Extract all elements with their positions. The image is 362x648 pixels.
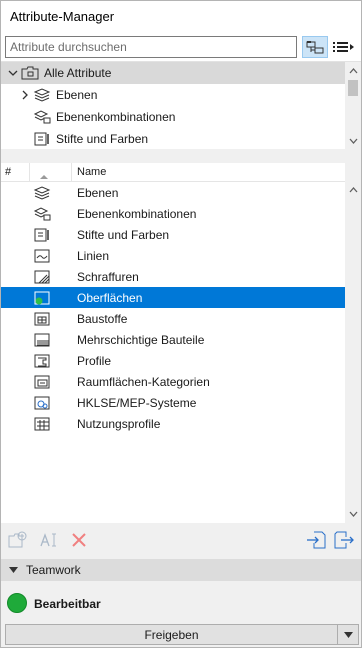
tree-root-all-attributes[interactable]: Alle Attribute <box>1 62 345 84</box>
list-row-zone-categories[interactable]: Raumflächen-Kategorien <box>1 371 345 392</box>
scroll-up-icon[interactable] <box>345 64 361 78</box>
building-materials-icon <box>32 310 52 328</box>
tree-item-label: Ebenenkombinationen <box>56 110 176 124</box>
list-row-surfaces[interactable]: Oberflächen <box>1 287 345 308</box>
list-row-label: Ebenenkombinationen <box>77 207 197 221</box>
scroll-down-icon[interactable] <box>345 134 361 148</box>
tree-item-layer-combinations[interactable]: Ebenenkombinationen <box>1 106 345 128</box>
window-title: Attribute-Manager <box>10 9 115 24</box>
surfaces-icon <box>32 289 52 307</box>
scroll-up-icon[interactable] <box>345 183 361 197</box>
attribute-tree[interactable]: Alle Attribute Ebenen Ebenenkombinatione… <box>1 61 361 150</box>
list-row-label: Oberflächen <box>77 291 143 305</box>
list-row-composites[interactable]: Mehrschichtige Bauteile <box>1 329 345 350</box>
search-row <box>1 33 361 61</box>
new-attribute-icon <box>8 531 27 548</box>
chevron-down-icon <box>343 631 353 638</box>
export-button[interactable] <box>333 530 355 550</box>
fills-icon <box>32 268 52 286</box>
list-row-lines[interactable]: Linien <box>1 245 345 266</box>
list-scrollbar[interactable] <box>345 163 361 523</box>
rename-icon <box>40 533 56 547</box>
list-row-label: Ebenen <box>77 186 119 200</box>
import-button[interactable] <box>305 530 327 550</box>
operation-profiles-icon <box>32 415 52 433</box>
chevron-down-icon[interactable] <box>6 66 20 80</box>
import-icon <box>307 531 326 549</box>
attribute-list[interactable]: # Name Ebenen Ebenenkombinationen Stifte… <box>1 163 361 523</box>
collapse-arrow-icon[interactable] <box>9 566 18 575</box>
title-bar[interactable]: Attribute-Manager <box>1 1 361 33</box>
search-input[interactable] <box>5 36 297 58</box>
layer-combinations-icon <box>32 108 52 126</box>
layers-icon <box>32 184 52 202</box>
list-row-mep-systems[interactable]: HKLSE/MEP-Systeme <box>1 392 345 413</box>
delete-button[interactable] <box>68 530 90 550</box>
list-row-layer-combinations[interactable]: Ebenenkombinationen <box>1 203 345 224</box>
column-name-header[interactable]: Name <box>77 166 106 178</box>
list-row-label: Raumflächen-Kategorien <box>77 375 210 389</box>
delete-x-icon <box>72 533 86 547</box>
list-row-label: HKLSE/MEP-Systeme <box>77 396 197 410</box>
teamwork-section-header[interactable]: Teamwork <box>1 559 361 581</box>
column-number-header[interactable]: # <box>5 166 11 178</box>
list-row-label: Linien <box>77 249 110 263</box>
rename-button[interactable] <box>38 530 60 550</box>
teamwork-label: Teamwork <box>26 563 81 577</box>
profiles-icon <box>32 352 52 370</box>
list-row-pens-colors[interactable]: Stifte und Farben <box>1 224 345 245</box>
teamwork-status: Bearbeitbar <box>1 581 361 621</box>
zone-categories-icon <box>32 373 52 391</box>
list-row-layers[interactable]: Ebenen <box>1 182 345 203</box>
tree-item-label: Ebenen <box>56 88 98 102</box>
list-row-label: Baustoffe <box>77 312 128 326</box>
tree-scroll-thumb[interactable] <box>348 80 358 96</box>
tree-scrollbar[interactable] <box>345 62 361 150</box>
list-row-label: Stifte und Farben <box>77 228 170 242</box>
status-label: Bearbeitbar <box>34 597 101 611</box>
layers-icon <box>32 86 52 104</box>
mep-systems-icon <box>32 394 52 412</box>
release-button[interactable]: Freigeben <box>5 624 338 645</box>
pens-colors-icon <box>32 130 52 148</box>
attribute-manager-window: Attribute-Manager Attribute durchsuchen … <box>0 0 362 648</box>
list-row-profiles[interactable]: Profile <box>1 350 345 371</box>
status-indicator-icon <box>7 593 27 613</box>
lines-icon <box>32 247 52 265</box>
pens-colors-icon <box>32 226 52 244</box>
list-header: # Name <box>1 163 345 182</box>
layer-combinations-icon <box>32 205 52 223</box>
list-row-building-materials[interactable]: Baustoffe <box>1 308 345 329</box>
chevron-right-icon[interactable] <box>18 88 32 102</box>
export-icon <box>334 531 354 549</box>
list-row-label: Profile <box>77 354 112 368</box>
list-row-operation-profiles[interactable]: Nutzungsprofile <box>1 413 345 434</box>
tree-root-label: Alle Attribute <box>44 66 112 80</box>
composites-icon <box>32 331 52 349</box>
list-view-button[interactable] <box>331 36 357 58</box>
tree-item-pens-colors[interactable]: Stifte und Farben <box>1 128 345 150</box>
list-row-fills[interactable]: Schraffuren <box>1 266 345 287</box>
scroll-down-icon[interactable] <box>345 507 361 521</box>
list-row-label: Schraffuren <box>77 270 139 284</box>
release-button-label: Freigeben <box>144 627 199 642</box>
folder-tree-icon <box>306 41 324 54</box>
release-dropdown-button[interactable] <box>337 624 359 645</box>
list-row-label: Nutzungsprofile <box>77 417 161 431</box>
all-attributes-folder-icon <box>20 64 40 82</box>
new-attribute-button[interactable] <box>7 530 29 550</box>
list-arrow-icon <box>333 42 354 52</box>
tree-item-layers[interactable]: Ebenen <box>1 84 345 106</box>
panel-splitter[interactable] <box>1 149 361 163</box>
tree-item-label: Stifte und Farben <box>56 132 149 146</box>
attribute-toolbar <box>1 523 361 557</box>
list-row-label: Mehrschichtige Bauteile <box>77 333 205 347</box>
tree-view-button[interactable] <box>302 36 328 58</box>
sort-ascending-icon[interactable] <box>39 169 49 183</box>
